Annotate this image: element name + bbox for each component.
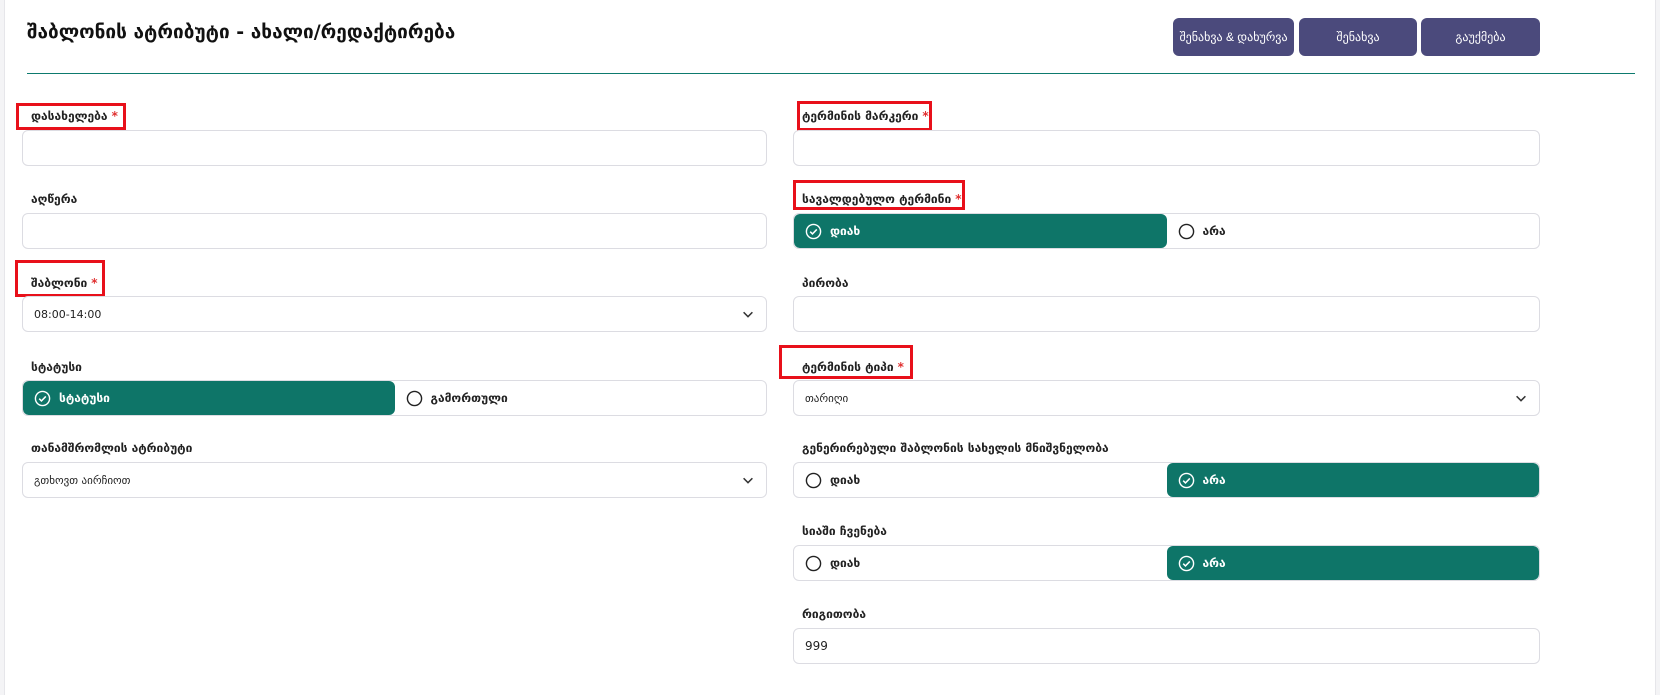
description-label: აღწერა [31, 192, 78, 206]
generated-name-value-yes-label: დიახ [830, 473, 861, 487]
status-toggle: სტატუსი გამორთული [22, 380, 767, 416]
template-label: შაბლონი * [31, 276, 98, 290]
term-type-value: თარიღი [805, 391, 849, 405]
chevron-down-icon [743, 311, 753, 318]
description-input[interactable] [22, 213, 767, 249]
name-input[interactable] [22, 130, 767, 166]
show-in-list-no[interactable]: არა [1166, 546, 1539, 580]
order-input[interactable]: 999 [793, 628, 1540, 664]
save-button[interactable]: შენახვა [1299, 18, 1417, 56]
header-divider [27, 73, 1635, 74]
radio-empty-icon [1178, 223, 1194, 239]
status-option-off[interactable]: გამორთული [395, 381, 767, 415]
required-term-label: სავალდებულო ტერმინი * [802, 192, 962, 206]
template-select[interactable]: 08:00-14:00 [22, 296, 767, 332]
status-option-off-label: გამორთული [430, 391, 508, 405]
chevron-down-icon [743, 477, 753, 484]
status-label: სტატუსი [31, 360, 82, 374]
required-term-yes[interactable]: დიახ [794, 214, 1167, 248]
generated-name-value-toggle: დიახ არა [793, 462, 1540, 498]
required-mark: * [897, 360, 904, 374]
required-term-label-text: სავალდებულო ტერმინი [802, 192, 952, 206]
required-mark: * [955, 192, 962, 206]
required-mark: * [111, 109, 118, 123]
show-in-list-label: სიაში ჩვენება [802, 524, 887, 538]
required-mark: * [91, 276, 98, 290]
condition-label: პირობა [802, 276, 849, 290]
term-marker-input[interactable] [793, 130, 1540, 166]
required-term-no[interactable]: არა [1167, 214, 1540, 248]
order-label: რიგითობა [802, 607, 866, 621]
show-in-list-yes[interactable]: დიახ [794, 546, 1167, 580]
check-circle-icon [1178, 555, 1194, 571]
term-type-label-text: ტერმინის ტიპი [802, 360, 894, 374]
required-term-yes-label: დიახ [830, 224, 861, 238]
status-option-on-label: სტატუსი [59, 391, 110, 405]
generated-name-value-no-label: არა [1202, 473, 1226, 487]
radio-empty-icon [406, 390, 422, 406]
generated-name-value-label: გენერირებული შაბლონის სახელის მნიშვნელობ… [802, 441, 1109, 455]
show-in-list-no-label: არა [1202, 556, 1226, 570]
employee-attribute-label: თანამშრომლის ატრიბუტი [31, 441, 193, 455]
required-term-toggle: დიახ არა [793, 213, 1540, 249]
generated-name-value-yes[interactable]: დიახ [794, 463, 1167, 497]
cancel-button[interactable]: გაუქმება [1421, 18, 1540, 56]
status-option-on[interactable]: სტატუსი [23, 381, 395, 415]
chevron-down-icon [1516, 395, 1526, 402]
generated-name-value-no[interactable]: არა [1166, 463, 1539, 497]
template-select-value: 08:00-14:00 [34, 307, 102, 321]
name-label: დასახელება * [31, 109, 118, 123]
template-label-text: შაბლონი [31, 276, 88, 290]
term-type-select[interactable]: თარიღი [793, 380, 1540, 416]
save-close-button[interactable]: შენახვა & დახურვა [1173, 18, 1294, 56]
form-card: შაბლონის ატრიბუტი - ახალი/რედაქტირება შე… [4, 0, 1656, 695]
page-title: შაბლონის ატრიბუტი - ახალი/რედაქტირება [27, 21, 456, 43]
radio-empty-icon [805, 555, 822, 571]
radio-empty-icon [805, 472, 822, 488]
required-term-no-label: არა [1202, 224, 1226, 238]
show-in-list-toggle: დიახ არა [793, 545, 1540, 581]
check-circle-icon [1178, 472, 1194, 488]
name-label-text: დასახელება [31, 109, 108, 123]
employee-attribute-select[interactable]: გთხოვთ აირჩიოთ [22, 462, 767, 498]
condition-input[interactable] [793, 296, 1540, 332]
term-type-label: ტერმინის ტიპი * [802, 360, 904, 374]
term-marker-label-text: ტერმინის მარკერი [802, 109, 919, 123]
employee-attribute-value: გთხოვთ აირჩიოთ [34, 473, 131, 487]
check-circle-icon [805, 223, 822, 239]
check-circle-icon [34, 390, 51, 406]
term-marker-label: ტერმინის მარკერი * [802, 109, 929, 123]
show-in-list-yes-label: დიახ [830, 556, 861, 570]
required-mark: * [922, 109, 929, 123]
